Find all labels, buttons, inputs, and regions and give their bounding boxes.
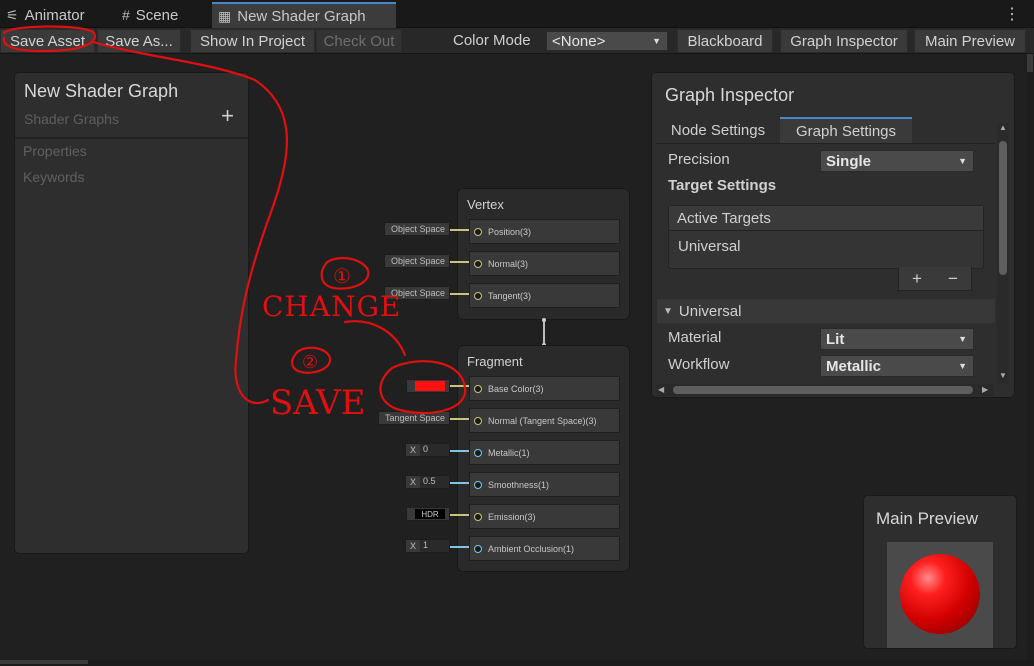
step1-marker: ①	[333, 264, 351, 288]
step2-marker: ②	[302, 352, 318, 373]
curve-to-save	[91, 40, 288, 405]
save-asset-circle	[2, 25, 96, 53]
base-color-circle	[379, 360, 467, 415]
step1-label: CHANGE	[262, 290, 401, 323]
step2-label: SAVE	[270, 383, 366, 423]
change-pointer	[343, 320, 407, 357]
annotation-overlay: ① CHANGE ② SAVE	[2, 25, 467, 423]
